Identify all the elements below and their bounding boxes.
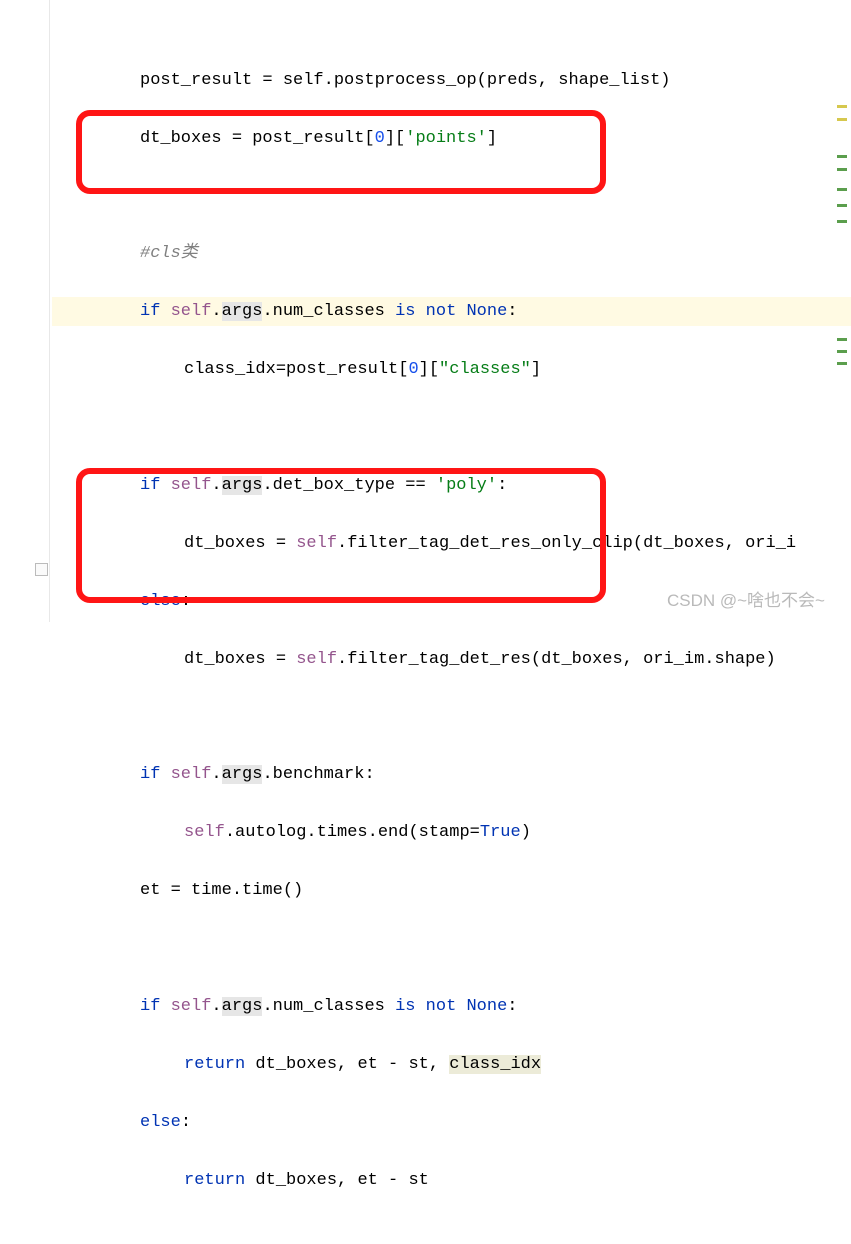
code-line: if self.args.det_box_type == 'poly': [52,471,851,500]
code-line: if self.args.num_classes is not None: [52,992,851,1021]
code-line: dt_boxes = post_result[0]['points'] [52,124,851,153]
code-line: else: [52,1108,851,1137]
code-line: #cls类 [52,239,851,268]
code-line: class_idx=post_result[0]["classes"] [52,355,851,384]
code-line: dt_boxes = self.filter_tag_det_res(dt_bo… [52,645,851,674]
change-marker[interactable] [837,220,847,223]
code-line: else: [52,587,851,616]
code-line: return dt_boxes, et - st [52,1166,851,1195]
line-number-gutter [0,0,50,622]
blank-line [52,413,851,442]
change-marker[interactable] [837,105,847,108]
change-marker[interactable] [837,155,847,158]
code-line: post_result = self.postprocess_op(preds,… [52,66,851,95]
change-marker[interactable] [837,118,847,121]
change-marker[interactable] [837,350,847,353]
fold-icon[interactable] [35,563,48,576]
blank-line [52,182,851,211]
change-marker[interactable] [837,168,847,171]
code-line: if self.args.benchmark: [52,760,851,789]
blank-line [52,703,851,732]
code-line: return dt_boxes, et - st, class_idx [52,1050,851,1079]
change-marker[interactable] [837,188,847,191]
change-marker[interactable] [837,204,847,207]
code-line: dt_boxes = self.filter_tag_det_res_only_… [52,529,851,558]
code-editor[interactable]: post_result = self.postprocess_op(preds,… [52,0,851,622]
blank-line [52,934,851,963]
change-marker[interactable] [837,362,847,365]
change-marker[interactable] [837,338,847,341]
code-line: self.autolog.times.end(stamp=True) [52,818,851,847]
code-line: et = time.time() [52,876,851,905]
code-line: if self.args.num_classes is not None: [52,297,851,326]
